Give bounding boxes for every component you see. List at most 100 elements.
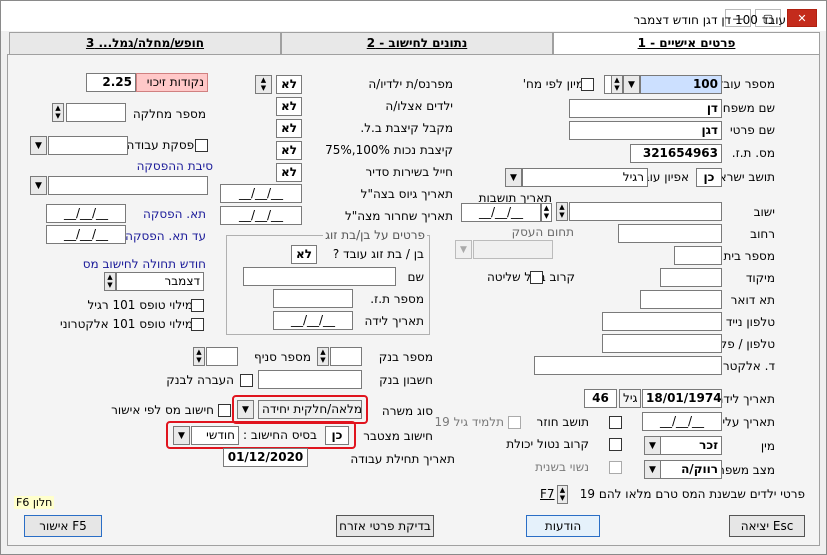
department-spin[interactable]: ▲ ▼ [52,103,64,122]
stop-work-field[interactable] [48,136,128,155]
id-field[interactable]: 321654963 [630,144,722,163]
cumulative-label: חישוב מצטבר [363,429,433,443]
army-end-label: תאריך שחרור מצה"ל [344,209,453,223]
stop-reason-field[interactable] [48,176,208,195]
account-field[interactable] [258,370,362,389]
branch-spin[interactable]: ▲ ▼ [193,347,205,366]
children-label: פרטי ילדים שבשנת המס טרם מלאו להם 19 [579,487,805,501]
sort-label: מיון לפי מח' [522,77,584,91]
yishuv-label: ישוב [753,205,775,219]
soldier-field[interactable]: לא [276,163,302,182]
sort-checkbox[interactable] [581,78,594,91]
children-spin[interactable]: ▲ ▼ [557,485,568,504]
controlling-checkbox[interactable] [530,271,543,284]
returning-checkbox[interactable] [609,416,622,429]
street-field[interactable] [618,224,722,243]
supports-children-field[interactable]: לא [276,75,302,94]
marital-dropdown[interactable]: ▼ [644,460,661,479]
birth-field[interactable]: 18/01/1974 [642,389,722,408]
age-field[interactable]: 46 [584,389,617,408]
disabled-checkbox[interactable] [609,438,622,451]
tax-approval-checkbox[interactable] [218,404,231,417]
employee-dropdown[interactable]: ▼ [623,75,640,94]
business-field[interactable] [473,240,553,259]
business-field-dropdown[interactable]: ▼ [455,240,472,259]
stop-reason-dropdown[interactable]: ▼ [30,176,47,195]
army-start-field[interactable]: __/__/__ [220,184,302,203]
student-checkbox[interactable] [508,416,521,429]
department-field[interactable] [66,103,126,122]
start-month-spin[interactable]: ▲ ▼ [104,272,116,291]
first-name-field[interactable]: דגן [569,121,722,140]
branch-label: מספר סניף [254,350,311,364]
employee-type-dropdown[interactable]: ▼ [505,168,522,187]
employee-spin[interactable]: ▲ ▼ [611,75,623,94]
start-month-label: חודש תחולה לחישוב מס [82,257,206,271]
bank-spin[interactable]: ▲ ▼ [317,347,329,366]
position-type-label: סוג משרה [381,404,433,418]
settlement-date-field[interactable]: __/__/__ [461,203,541,222]
street-label: רחוב [750,227,775,241]
spouse-birth-field[interactable]: __/__/__ [273,311,353,330]
spouse-name-field[interactable] [243,267,396,286]
position-type-highlight [232,395,368,424]
branch-field[interactable] [206,347,238,366]
tab-calc-data[interactable]: נתונים לחישוב - 2 [281,32,553,54]
start-month-field[interactable]: דצמבר [116,272,204,291]
second-spouse-checkbox[interactable] [609,461,622,474]
spouse-birth-label: תאריך לידה [364,314,424,328]
form101e-checkbox[interactable] [191,318,204,331]
employee-number-field[interactable]: 100 [640,75,722,94]
supports-children-spin[interactable]: ▲ ▼ [255,75,272,94]
allowance-field[interactable]: לא [276,119,302,138]
bank-field[interactable] [330,347,362,366]
aliya-field[interactable]: __/__/__ [642,412,722,431]
spouse-name-label: שם [407,270,424,284]
pobox-field[interactable] [640,290,722,309]
last-name-field[interactable]: דן [569,99,722,118]
messages-button[interactable]: הודעות [526,515,600,537]
children-with-field[interactable]: לא [276,97,302,116]
spouse-id-label: מספר ת.ז. [370,292,424,306]
until-stop-field[interactable]: __/__/__ [46,225,126,244]
settlement-date-spin[interactable]: ▲ ▼ [541,203,552,222]
supports-children-label: מפרנס/ת ילדיו/ה [368,77,453,91]
marital-field[interactable]: רווק/ה [660,460,722,479]
tab-vacation[interactable]: חופש/מחלה/גמל... 3 [9,32,281,54]
credit-points-field[interactable]: 2.25 [86,73,136,92]
zip-field[interactable] [660,268,722,287]
yishuv-spin[interactable]: ▲ ▼ [556,202,568,221]
chevron-down-icon: ▼ [649,464,656,475]
stop-work-checkbox[interactable] [195,139,208,152]
house-field[interactable] [674,246,722,265]
mobile-field[interactable] [602,312,722,331]
army-end-field[interactable]: __/__/__ [220,206,302,225]
spouse-id-field[interactable] [273,289,353,308]
tab-calc-data-label: נתונים לחישוב - 2 [366,36,468,50]
bank-transfer-checkbox[interactable] [240,374,253,387]
gender-field[interactable]: זכר [660,436,722,455]
aliya-label: תאריך עליה [714,415,775,429]
to-stop-field[interactable]: __/__/__ [46,204,126,223]
disability-field[interactable]: לא [276,141,302,160]
spouse-employee-field[interactable]: לא [291,245,317,264]
spouse-group-title: פרטים על בן/בת זוג [323,228,427,242]
start-date-field[interactable]: 01/12/2020 [223,448,308,467]
yishuv-field[interactable] [569,202,722,221]
gender-dropdown[interactable]: ▼ [644,436,661,455]
title-bar: — ▢ ✕ עובד 100 דן דגן חודש דצמבר [1,1,826,31]
close-button[interactable]: ✕ [787,9,817,27]
disability-label: קיצבת נכות 100%,75% [325,143,453,157]
form101-checkbox[interactable] [191,299,204,312]
check-citizen-button[interactable]: בדיקת פרטי אזרח [336,515,434,537]
children-key[interactable]: F7 [540,487,555,501]
employee-nav-icon[interactable] [604,75,612,94]
stop-work-dropdown[interactable]: ▼ [30,136,47,155]
email-field[interactable] [534,356,722,375]
tab-personal[interactable]: פרטים אישיים - 1 [553,32,820,54]
phone-field[interactable] [602,334,722,353]
exit-button[interactable]: יציאה Esc [729,515,805,537]
approve-button[interactable]: אישור F5 [24,515,102,537]
employee-type-field[interactable]: רגיל [522,168,648,187]
resident-field[interactable]: כן [696,168,722,187]
